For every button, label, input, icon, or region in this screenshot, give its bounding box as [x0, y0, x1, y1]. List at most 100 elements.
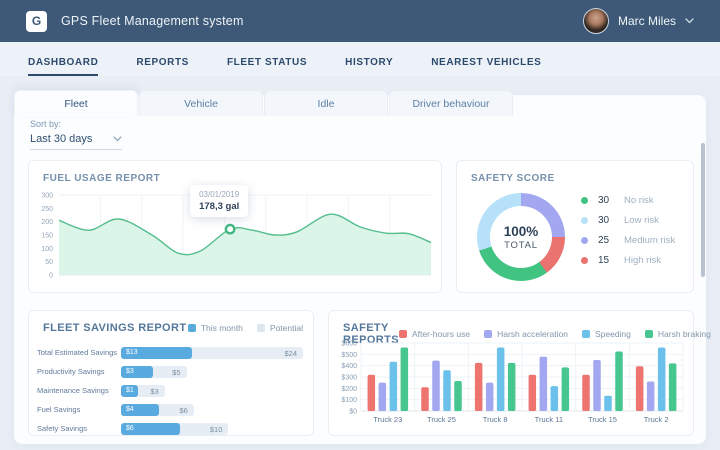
legend-dot-icon	[581, 217, 588, 224]
tooltip-date: 03/01/2019	[199, 190, 239, 199]
savings-this-month-bar: $13	[121, 347, 192, 359]
svg-text:Truck 23: Truck 23	[373, 415, 402, 424]
safety-score-legend: 30No risk30Low risk25Medium risk15High r…	[581, 195, 675, 275]
chart-highlight-point[interactable]	[226, 225, 234, 233]
fuel-usage-card: FUEL USAGE REPORT 03/01/2019 178,3 gal 0…	[28, 160, 442, 293]
svg-text:Truck 25: Truck 25	[427, 415, 456, 424]
bar-truck-23-after-hours-use	[368, 375, 376, 411]
user-avatar	[583, 8, 609, 34]
chart-tooltip: 03/01/2019 178,3 gal	[190, 185, 248, 217]
fleet-savings-header: FLEET SAVINGS REPORT This monthPotential	[37, 319, 305, 334]
bar-truck-11-speeding	[551, 386, 559, 411]
svg-text:250: 250	[41, 206, 53, 213]
nav-item-nearest-vehicles[interactable]: NEAREST VEHICLES	[431, 57, 541, 76]
bar-truck-23-speeding	[390, 362, 398, 411]
legend-swatch-icon	[188, 324, 196, 332]
sort-by-value: Last 30 days	[30, 133, 92, 145]
savings-this-month-value: $4	[126, 406, 134, 413]
top-bar: G GPS Fleet Management system Marc Miles	[0, 0, 720, 42]
gps-fleet-dashboard: G GPS Fleet Management system Marc Miles…	[0, 0, 720, 450]
bar-truck-8-harsh-acceleration	[486, 383, 494, 411]
tab-idle[interactable]: Idle	[264, 90, 388, 116]
svg-text:300: 300	[41, 193, 53, 200]
savings-this-month-bar: $3	[121, 366, 153, 378]
savings-row-label: Safety Savings	[37, 424, 121, 433]
svg-text:$0: $0	[349, 409, 357, 416]
bar-truck-25-speeding	[443, 370, 451, 411]
legend-label: High risk	[624, 255, 661, 266]
savings-potential-value: $3	[150, 387, 158, 396]
chevron-down-icon	[113, 136, 122, 142]
nav-item-history[interactable]: HISTORY	[345, 57, 393, 76]
bar-truck-15-speeding	[604, 396, 612, 411]
nav-item-dashboard[interactable]: DASHBOARD	[28, 57, 98, 76]
savings-potential-value: $24	[284, 349, 297, 358]
score-legend-item-low-risk: 30Low risk	[581, 215, 675, 226]
svg-text:100: 100	[41, 246, 53, 253]
donut-center: 100% TOTAL	[490, 206, 552, 268]
bar-truck-8-after-hours-use	[475, 363, 483, 411]
svg-text:Truck 8: Truck 8	[483, 415, 508, 424]
legend-dot-icon	[581, 257, 588, 264]
fuel-usage-title: FUEL USAGE REPORT	[43, 173, 433, 184]
fleet-savings-card: FLEET SAVINGS REPORT This monthPotential…	[28, 310, 314, 436]
savings-row-productivity-savings: Productivity Savings$3$5	[37, 362, 305, 381]
bar-truck-11-harsh-acceleration	[540, 357, 548, 411]
legend-value: 25	[598, 235, 616, 246]
bar-truck-25-harsh-braking	[454, 381, 462, 411]
bar-truck-23-harsh-acceleration	[379, 383, 387, 411]
legend-label: Potential	[270, 323, 303, 333]
bar-truck-2-harsh-braking	[669, 363, 677, 411]
svg-text:$600: $600	[341, 341, 357, 348]
sort-by-select[interactable]: Last 30 days	[30, 133, 122, 150]
tab-vehicle[interactable]: Vehicle	[139, 90, 263, 116]
user-menu[interactable]: Marc Miles	[583, 8, 694, 34]
savings-this-month-bar: $6	[121, 423, 180, 435]
legend-value: 30	[598, 215, 616, 226]
chevron-down-icon	[685, 18, 694, 24]
bar-truck-11-after-hours-use	[529, 375, 537, 411]
content-panel: Sort by: Last 30 days FUEL USAGE REPORT …	[14, 95, 706, 444]
savings-potential-value: $5	[172, 368, 180, 377]
donut-total-value: 100%	[504, 224, 539, 239]
savings-legend-item-potential: Potential	[257, 323, 303, 333]
tab-driver-behaviour[interactable]: Driver behaviour	[389, 90, 513, 116]
safety-reports-chart: $0$100$200$300$400$500$600Truck 23Truck …	[337, 337, 687, 433]
score-legend-item-no-risk: 30 No risk	[581, 195, 675, 206]
nav-item-fleet-status[interactable]: FLEET STATUS	[227, 57, 307, 76]
bar-truck-15-harsh-braking	[615, 352, 623, 412]
safety-score-title: SAFETY SCORE	[471, 173, 685, 184]
svg-text:$400: $400	[341, 363, 357, 370]
bar-truck-2-harsh-acceleration	[647, 382, 655, 411]
savings-potential-bar: $1 $3	[121, 385, 165, 397]
savings-potential-bar: $6$10	[121, 423, 228, 435]
sort-by: Sort by: Last 30 days	[30, 119, 122, 150]
app-title: GPS Fleet Management system	[61, 14, 244, 28]
svg-text:$300: $300	[341, 375, 357, 382]
bar-truck-8-speeding	[497, 348, 505, 411]
bar-truck-23-harsh-braking	[401, 348, 408, 411]
legend-value: 30	[598, 195, 616, 206]
tab-bar: FleetVehicleIdleDriver behaviour	[14, 90, 514, 116]
savings-this-month-bar: $1	[121, 385, 138, 397]
app-logo[interactable]: G	[26, 11, 47, 32]
bar-truck-2-after-hours-use	[636, 366, 644, 411]
svg-text:0: 0	[49, 273, 53, 280]
user-name: Marc Miles	[618, 14, 676, 28]
safety-score-donut: 100% TOTAL	[477, 193, 565, 281]
legend-value: 15	[598, 255, 616, 266]
bar-truck-2-speeding	[658, 348, 666, 411]
tooltip-value: 178,3 gal	[199, 201, 239, 212]
app-logo-letter: G	[32, 14, 41, 28]
bar-truck-25-harsh-acceleration	[432, 361, 440, 411]
fleet-savings-legend: This month Potential	[188, 323, 303, 333]
nav-item-reports[interactable]: REPORTS	[136, 57, 189, 76]
legend-label: No risk	[624, 195, 654, 206]
legend-label: This month	[201, 323, 243, 333]
legend-dot-icon	[581, 197, 588, 204]
savings-potential-bar: $13 $24	[121, 347, 303, 359]
tab-fleet[interactable]: Fleet	[14, 90, 138, 116]
scrollbar-thumb[interactable]	[701, 143, 705, 277]
svg-text:$500: $500	[341, 352, 357, 359]
bar-truck-8-harsh-braking	[508, 363, 516, 411]
